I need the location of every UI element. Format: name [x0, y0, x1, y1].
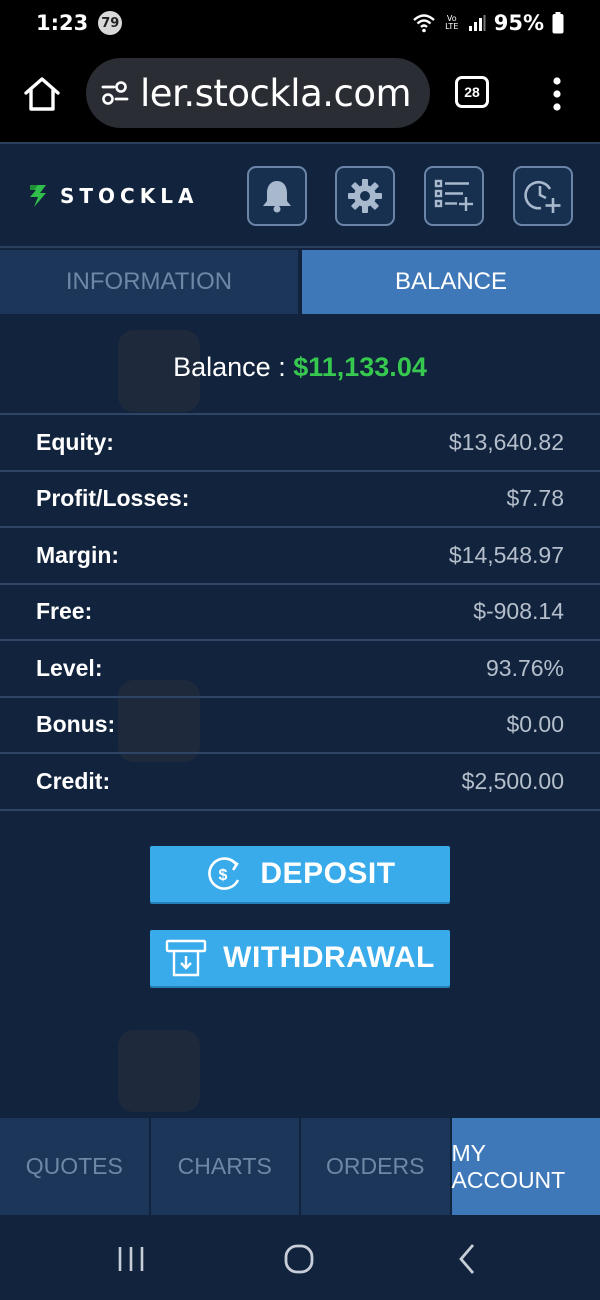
margin-row: Margin: $14,548.97 [0, 528, 600, 585]
bonus-row: Bonus: $0.00 [0, 698, 600, 754]
atm-withdrawal-icon [165, 939, 207, 977]
watermark-logo [118, 1030, 200, 1112]
system-navigation-bar [0, 1215, 600, 1300]
nav-quotes[interactable]: QUOTES [0, 1118, 151, 1215]
signal-icon [468, 15, 486, 31]
notification-count-badge: 79 [98, 11, 123, 35]
notifications-button[interactable] [247, 166, 307, 226]
equity-row: Equity: $13,640.82 [0, 415, 600, 472]
url-text[interactable]: ler.stockla.com [140, 72, 412, 115]
wifi-icon [412, 14, 435, 33]
battery-icon [552, 12, 564, 34]
balance-label: Balance : [173, 352, 294, 382]
deposit-label: DEPOSIT [260, 857, 396, 890]
tab-count: 28 [464, 84, 480, 100]
tab-balance[interactable]: BALANCE [302, 250, 600, 314]
balance-summary: Balance : $11,133.04 [0, 352, 600, 383]
home-circle-icon[interactable] [281, 1241, 317, 1277]
profit-losses-row: Profit/Losses: $7.78 [0, 472, 600, 528]
credit-row: Credit: $2,500.00 [0, 754, 600, 811]
logo-text: STOCKLA [60, 184, 199, 208]
add-clock-icon [524, 180, 561, 213]
withdrawal-button[interactable]: WITHDRAWAL [150, 930, 450, 986]
withdrawal-label: WITHDRAWAL [223, 941, 435, 974]
stockla-logo[interactable]: STOCKLA [26, 182, 198, 210]
recent-apps-icon[interactable] [113, 1241, 149, 1277]
row-value: 93.76% [485, 654, 564, 681]
row-label: Credit: [36, 767, 111, 794]
svg-text:$: $ [219, 867, 228, 884]
status-time: 1:23 [36, 11, 89, 35]
row-label: Level: [36, 654, 103, 681]
battery-percent: 95% [493, 11, 544, 35]
row-value: $0.00 [506, 711, 564, 738]
deposit-button[interactable]: $ DEPOSIT [150, 846, 450, 902]
deposit-dollar-icon: $ [208, 857, 240, 890]
add-list-icon [434, 179, 473, 211]
row-value: $7.78 [506, 485, 564, 512]
volte-label: Vo LTE [445, 14, 459, 31]
status-bar: 1:23 79 Vo LTE 95% [0, 0, 600, 46]
row-value: $-908.14 [473, 598, 564, 625]
settings-button[interactable] [335, 166, 395, 226]
bell-icon [263, 181, 291, 213]
home-icon[interactable] [22, 74, 62, 114]
row-label: Bonus: [36, 711, 116, 738]
app-header: STOCKLA [0, 142, 600, 248]
browser-toolbar: ler.stockla.com 28 [0, 46, 600, 142]
add-alert-button[interactable] [513, 166, 573, 226]
gear-icon [348, 179, 382, 213]
free-row: Free: $-908.14 [0, 585, 600, 641]
back-chevron-icon[interactable] [450, 1241, 486, 1277]
site-settings-icon[interactable] [100, 78, 130, 108]
nav-my-account[interactable]: MY ACCOUNT [451, 1118, 600, 1215]
account-details-list: Equity: $13,640.82 Profit/Losses: $7.78 … [0, 413, 600, 811]
tab-information[interactable]: INFORMATION [0, 250, 298, 314]
row-label: Profit/Losses: [36, 485, 190, 512]
add-watchlist-button[interactable] [424, 166, 484, 226]
nav-charts[interactable]: CHARTS [150, 1118, 301, 1215]
more-menu-icon[interactable] [548, 74, 566, 114]
level-row: Level: 93.76% [0, 641, 600, 698]
row-label: Equity: [36, 428, 114, 455]
row-value: $14,548.97 [448, 541, 564, 568]
stockla-logo-icon [30, 185, 46, 207]
row-value: $13,640.82 [448, 428, 564, 455]
status-icons: Vo LTE 95% [412, 11, 564, 35]
nav-orders[interactable]: ORDERS [301, 1118, 452, 1215]
tab-switcher-button[interactable]: 28 [455, 76, 489, 108]
row-label: Margin: [36, 541, 120, 568]
account-tabs: INFORMATION BALANCE [0, 250, 600, 314]
bottom-navigation: QUOTES CHARTS ORDERS MY ACCOUNT [0, 1118, 600, 1215]
row-label: Free: [36, 598, 93, 625]
address-bar[interactable]: ler.stockla.com [86, 58, 430, 128]
balance-value: $11,133.04 [293, 352, 427, 382]
row-value: $2,500.00 [461, 767, 564, 794]
